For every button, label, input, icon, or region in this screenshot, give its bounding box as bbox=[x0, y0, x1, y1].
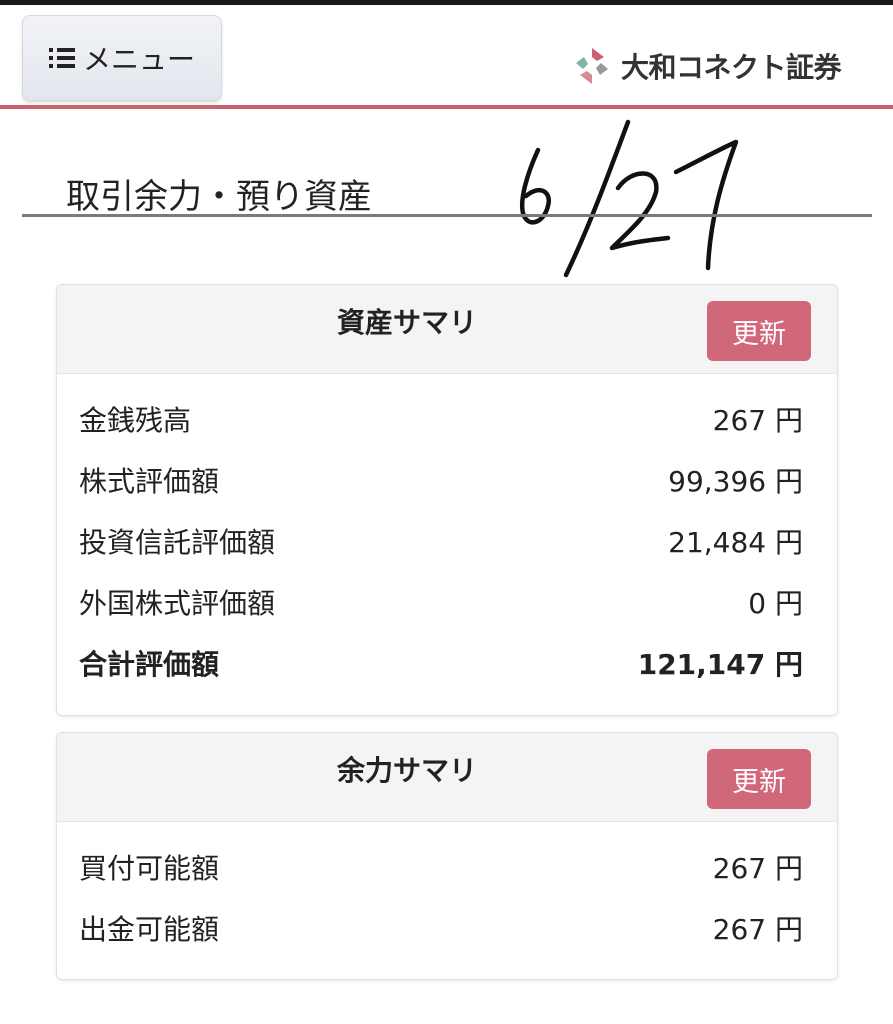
row-value: 99,396 円 bbox=[668, 464, 803, 498]
page-title: 取引余力・預り資産 bbox=[66, 176, 372, 217]
row-value: 267 円 bbox=[712, 851, 803, 885]
list-item: 出金可能額 267 円 bbox=[57, 897, 837, 958]
brand-logo: 大和コネクト証券 bbox=[571, 41, 842, 91]
list-item: 株式評価額 99,396 円 bbox=[57, 449, 837, 510]
menu-label: メニュー bbox=[82, 43, 195, 76]
row-label: 買付可能額 bbox=[79, 851, 220, 885]
row-label: 投資信託評価額 bbox=[79, 525, 276, 559]
row-value: 21,484 円 bbox=[668, 525, 803, 559]
list-item: 投資信託評価額 21,484 円 bbox=[57, 510, 837, 571]
menu-button[interactable]: メニュー bbox=[22, 15, 222, 101]
asset-summary-header: 資産サマリ 更新 bbox=[57, 285, 837, 374]
row-label: 金銭残高 bbox=[79, 403, 192, 437]
list-icon bbox=[48, 48, 75, 68]
handwritten-date-note bbox=[519, 119, 739, 278]
list-item: 金銭残高 267 円 bbox=[57, 388, 837, 449]
list-item: 買付可能額 267 円 bbox=[57, 836, 837, 897]
app-header: メニュー 大和コネクト証券 bbox=[0, 5, 893, 109]
title-divider bbox=[22, 214, 872, 217]
row-value: 267 円 bbox=[712, 912, 803, 946]
asset-summary-rows: 金銭残高 267 円 株式評価額 99,396 円 投資信託評価額 21,484… bbox=[57, 374, 837, 693]
capacity-summary-rows: 買付可能額 267 円 出金可能額 267 円 bbox=[57, 822, 837, 958]
capacity-summary-title: 余力サマリ bbox=[336, 754, 477, 787]
row-value: 0 円 bbox=[748, 586, 803, 620]
total-value: 121,147 円 bbox=[637, 647, 803, 681]
brand-name: 大和コネクト証券 bbox=[620, 51, 842, 84]
capacity-summary-header: 余力サマリ 更新 bbox=[57, 733, 837, 822]
row-label: 出金可能額 bbox=[79, 912, 220, 946]
row-value: 267 円 bbox=[712, 403, 803, 437]
row-label: 外国株式評価額 bbox=[79, 586, 276, 620]
total-row: 合計評価額 121,147 円 bbox=[57, 632, 837, 693]
list-item: 外国株式評価額 0 円 bbox=[57, 571, 837, 632]
capacity-refresh-button[interactable]: 更新 bbox=[707, 749, 811, 809]
asset-refresh-button[interactable]: 更新 bbox=[707, 301, 811, 361]
brand-logo-icon bbox=[575, 48, 608, 84]
capacity-summary-card: 余力サマリ 更新 買付可能額 267 円 出金可能額 267 円 bbox=[56, 732, 838, 980]
asset-summary-card: 資産サマリ 更新 金銭残高 267 円 株式評価額 99,396 円 投資信託評… bbox=[56, 284, 838, 716]
asset-summary-title: 資産サマリ bbox=[336, 306, 477, 339]
row-label: 株式評価額 bbox=[79, 464, 220, 498]
total-label: 合計評価額 bbox=[79, 647, 220, 681]
